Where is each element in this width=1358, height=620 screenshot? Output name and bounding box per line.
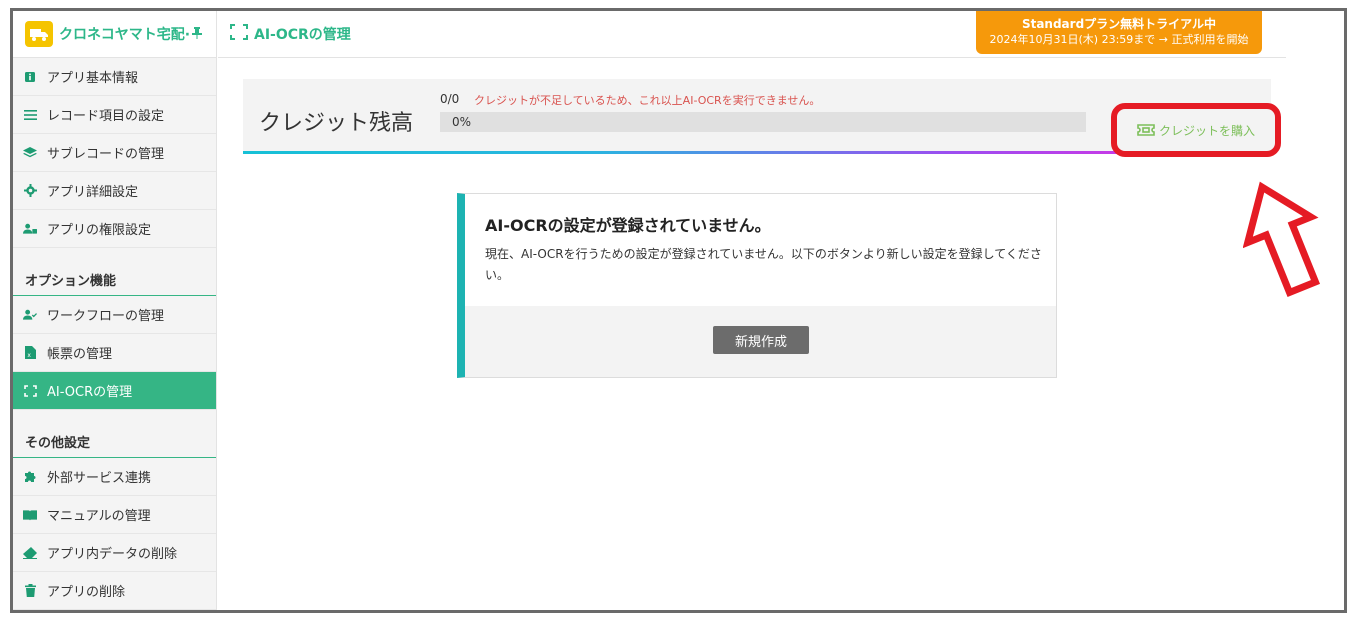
credit-title: クレジット残高 bbox=[259, 111, 414, 136]
buy-credit-button[interactable]: クレジットを購入 bbox=[1111, 103, 1281, 157]
sidebar: クロネコヤマト宅配· アプリ基本情報レコード項目の設定 サブレコードの管理 アプリ詳… bbox=[13, 11, 217, 610]
sidebar-item-user-lock[interactable]: アプリの権限設定 bbox=[13, 210, 216, 248]
credit-progress-bar: 0% bbox=[440, 112, 1086, 132]
eraser-icon bbox=[23, 546, 37, 560]
notice-footer: 新規作成 bbox=[465, 306, 1056, 377]
header: AI-OCRの管理 Standardプラン無料トライアル中 2024年10月31… bbox=[218, 11, 1286, 58]
trash-icon bbox=[23, 584, 37, 598]
sidebar-item-scan-frame[interactable]: AI-OCRの管理 bbox=[13, 372, 216, 410]
sidebar-item-label: アプリの権限設定 bbox=[47, 223, 152, 238]
app-name: クロネコヤマト宅配· bbox=[59, 27, 191, 43]
sidebar-item-label: アプリ内データの削除 bbox=[47, 547, 178, 562]
credit-gradient-underline bbox=[243, 151, 1123, 154]
sidebar-item-user-check[interactable]: ワークフローの管理 bbox=[13, 296, 216, 334]
notice-title: AI-OCRの設定が登録されていません。 bbox=[485, 216, 771, 235]
credit-count: 0/0 bbox=[440, 92, 460, 106]
buy-credit-label: クレジットを購入 bbox=[1158, 123, 1255, 138]
app-brand[interactable]: クロネコヤマト宅配· bbox=[13, 11, 216, 58]
section-title-options: オプション機能 bbox=[13, 248, 216, 296]
sidebar-item-list[interactable]: レコード項目の設定 bbox=[13, 96, 216, 134]
scan-frame-icon bbox=[230, 24, 248, 44]
book-icon bbox=[23, 508, 37, 522]
sidebar-item-label: ワークフローの管理 bbox=[47, 309, 165, 324]
user-lock-icon bbox=[23, 222, 37, 236]
puzzle-icon bbox=[23, 470, 37, 484]
notice-text: 現在、AI-OCRを行うための設定が登録されていません。以下のボタンより新しい設… bbox=[485, 247, 1042, 282]
create-new-button[interactable]: 新規作成 bbox=[713, 326, 809, 354]
trial-banner-subtitle: 2024年10月31日(木) 23:59まで → 正式利用を開始 bbox=[989, 33, 1249, 46]
list-icon bbox=[23, 108, 37, 122]
sidebar-item-puzzle[interactable]: 外部サービス連携 bbox=[13, 458, 216, 496]
sidebar-item-eraser[interactable]: アプリ内データの削除 bbox=[13, 534, 216, 572]
credit-warning: クレジットが不足しているため、これ以上AI-OCRを実行できません。 bbox=[474, 94, 821, 107]
user-check-icon bbox=[23, 308, 37, 322]
svg-text:x: x bbox=[27, 352, 31, 359]
annotation-arrow-icon bbox=[1243, 181, 1321, 298]
sidebar-item-label: サブレコードの管理 bbox=[47, 147, 165, 162]
sidebar-item-label: 外部サービス連携 bbox=[47, 471, 152, 486]
notice-card: AI-OCRの設定が登録されていません。 現在、AI-OCRを行うための設定が登… bbox=[457, 193, 1057, 378]
sidebar-item-info[interactable]: アプリ基本情報 bbox=[13, 58, 216, 96]
scan-frame-icon bbox=[23, 384, 37, 398]
page-title-text: AI-OCRの管理 bbox=[254, 27, 351, 43]
pin-icon[interactable] bbox=[192, 26, 203, 42]
sidebar-item-label: アプリ詳細設定 bbox=[47, 185, 139, 200]
section-title-other: その他設定 bbox=[13, 410, 216, 458]
app-window: クロネコヤマト宅配· アプリ基本情報レコード項目の設定 サブレコードの管理 アプリ詳… bbox=[10, 8, 1347, 613]
sidebar-item-label: 帳票の管理 bbox=[47, 347, 113, 362]
sidebar-item-label: レコード項目の設定 bbox=[47, 109, 165, 124]
sidebar-item-label: アプリの削除 bbox=[47, 585, 126, 600]
sidebar-item-book[interactable]: マニュアルの管理 bbox=[13, 496, 216, 534]
ticket-icon bbox=[1137, 124, 1155, 136]
gear-icon bbox=[23, 184, 37, 198]
info-icon bbox=[23, 70, 37, 84]
sidebar-item-excel-file[interactable]: x 帳票の管理 bbox=[13, 334, 216, 372]
sidebar-item-layers[interactable]: サブレコードの管理 bbox=[13, 134, 216, 172]
trial-banner[interactable]: Standardプラン無料トライアル中 2024年10月31日(木) 23:59… bbox=[976, 11, 1262, 54]
sidebar-item-label: マニュアルの管理 bbox=[47, 509, 151, 524]
layers-icon bbox=[23, 146, 37, 160]
credit-progress-label: 0% bbox=[452, 115, 472, 129]
delivery-truck-icon bbox=[25, 21, 53, 47]
sidebar-item-trash[interactable]: アプリの削除 bbox=[13, 572, 216, 610]
trial-banner-title: Standardプラン無料トライアル中 bbox=[1021, 17, 1217, 31]
sidebar-item-gear[interactable]: アプリ詳細設定 bbox=[13, 172, 216, 210]
sidebar-item-label: アプリ基本情報 bbox=[47, 71, 139, 86]
excel-file-icon: x bbox=[23, 346, 37, 360]
page-title: AI-OCRの管理 bbox=[230, 24, 351, 44]
sidebar-item-label: AI-OCRの管理 bbox=[47, 385, 133, 400]
